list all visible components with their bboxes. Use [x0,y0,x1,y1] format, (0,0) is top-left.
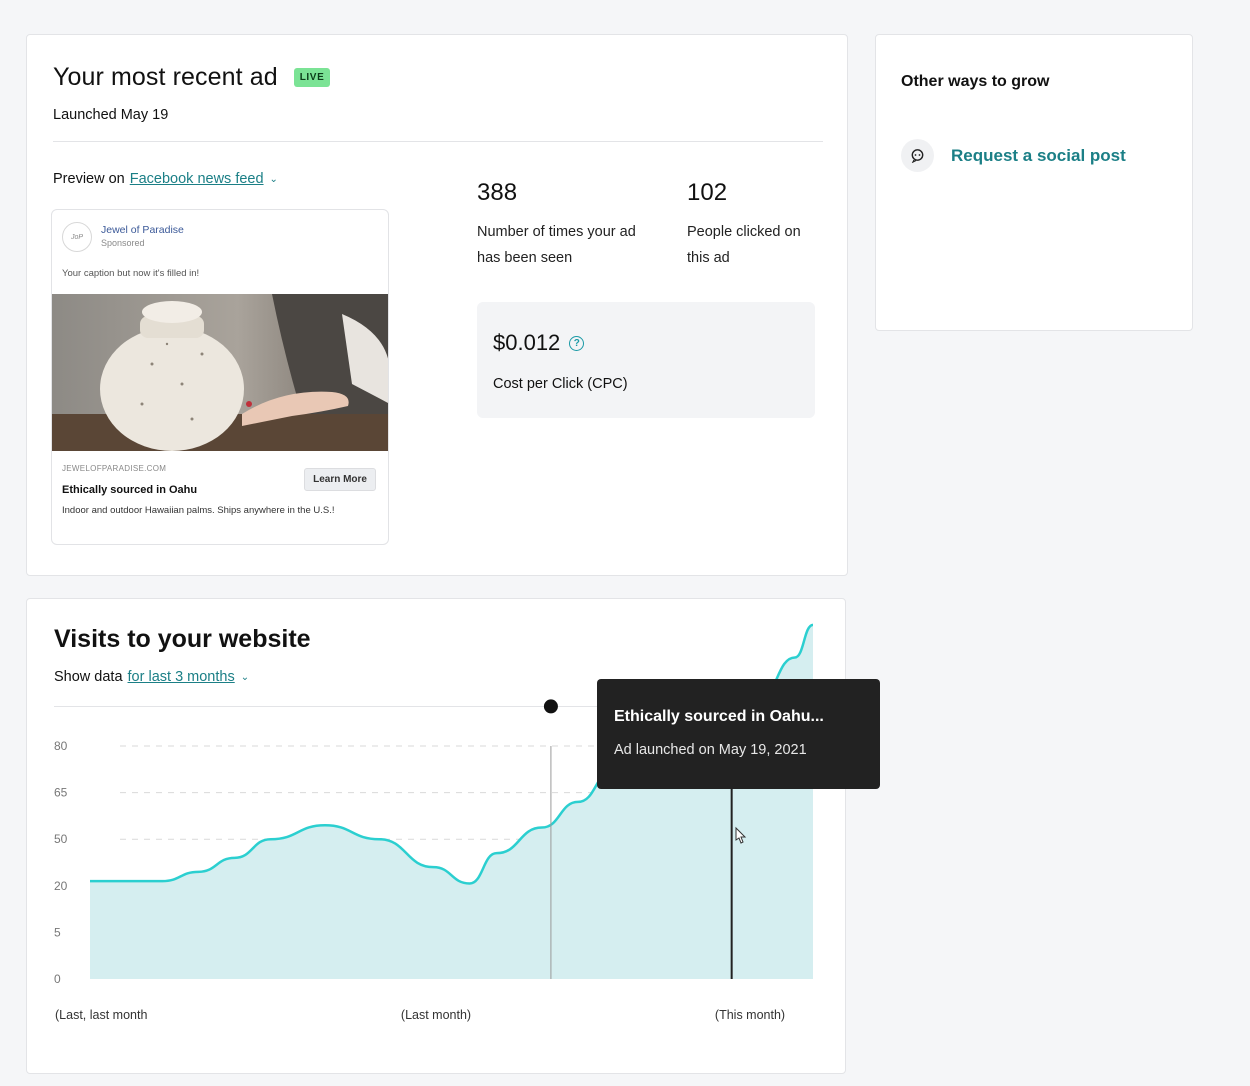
x-axis-label: (Last month) [401,1008,471,1022]
y-tick-label: 0 [54,972,61,986]
ad-marker[interactable] [543,699,558,714]
y-tick-label: 50 [54,832,68,846]
visits-area [90,624,813,979]
x-axis-label: (Last, last month [55,1008,147,1022]
tooltip-title: Ethically sourced in Oahu... [614,708,824,725]
tooltip-subtitle: Ad launched on May 19, 2021 [614,742,807,758]
y-tick-label: 20 [54,879,68,893]
y-tick-label: 80 [54,739,68,753]
y-tick-label: 5 [54,925,61,939]
ad-launch-tooltip: Ethically sourced in Oahu... Ad launched… [597,679,880,789]
y-tick-label: 65 [54,786,68,800]
x-axis-label: (This month) [715,1008,785,1022]
visits-chart: 8065502050(Last, last month (Last month)(… [54,623,814,1022]
